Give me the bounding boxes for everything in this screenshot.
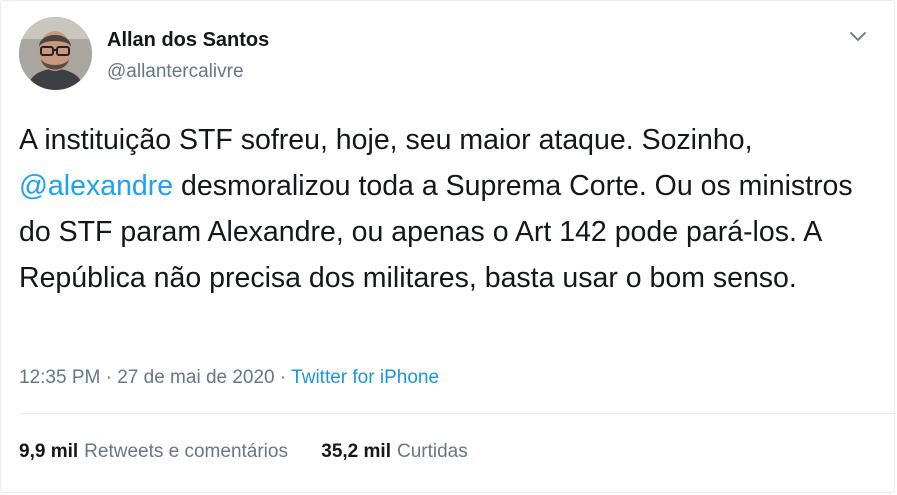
tweet-text: A instituição STF sofreu, hoje, seu maio… — [19, 117, 859, 301]
likes-label: Curtidas — [396, 441, 468, 462]
separator: · — [105, 367, 112, 388]
author-name[interactable]: Allan dos Santos — [107, 29, 269, 52]
tweet-card: Allan dos Santos @allantercalivre A inst… — [0, 0, 896, 493]
retweets-label: Retweets e comentários — [84, 441, 288, 462]
tweet-meta: 12:35 PM · 27 de mai de 2020 · Twitter f… — [19, 367, 439, 389]
mention-link[interactable]: @alexandre — [19, 170, 173, 202]
author-handle[interactable]: @allantercalivre — [107, 61, 244, 83]
retweets-count: 9,9 mil — [19, 441, 79, 462]
separator: · — [279, 367, 287, 388]
tweet-time[interactable]: 12:35 PM — [19, 367, 100, 388]
chevron-down-icon[interactable] — [844, 25, 872, 49]
tweet-stats: 9,9 mil Retweets e comentários 35,2 mil Cu… — [19, 441, 496, 463]
avatar[interactable] — [19, 17, 92, 90]
tweet-text-part: A instituição STF sofreu, hoje, seu maio… — [19, 124, 753, 156]
likes-stat[interactable]: 35,2 mil Curtidas — [321, 441, 467, 463]
likes-count: 35,2 mil — [321, 441, 391, 462]
retweets-stat[interactable]: 9,9 mil Retweets e comentários — [19, 441, 288, 463]
tweet-date[interactable]: 27 de mai de 2020 — [117, 367, 274, 388]
avatar-image — [19, 17, 92, 90]
divider — [19, 413, 896, 414]
tweet-source-link[interactable]: Twitter for iPhone — [291, 367, 439, 388]
